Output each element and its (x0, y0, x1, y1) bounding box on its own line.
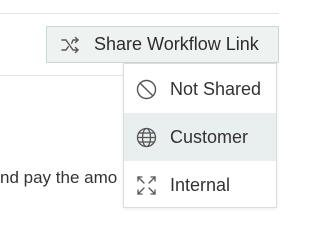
internal-icon (135, 174, 158, 197)
globe-icon (135, 126, 158, 149)
page: Share Workflow Link nd pay the amo Not S… (0, 0, 319, 247)
menu-item-not-shared[interactable]: Not Shared (124, 65, 276, 113)
divider-top (0, 13, 279, 14)
share-button-label: Share Workflow Link (94, 34, 259, 54)
body-text: nd pay the amo (0, 168, 118, 187)
shuffle-icon (60, 35, 80, 55)
menu-item-internal[interactable]: Internal (124, 161, 276, 209)
menu-item-label: Internal (170, 174, 231, 195)
prohibited-icon (135, 78, 158, 101)
divider-middle (0, 75, 124, 76)
menu-item-customer[interactable]: Customer (124, 113, 276, 161)
menu-item-label: Not Shared (170, 78, 262, 99)
share-dropdown-menu: Not Shared Customer Internal (123, 63, 277, 208)
menu-item-label: Customer (170, 126, 249, 147)
share-workflow-link-button[interactable]: Share Workflow Link (46, 26, 279, 63)
